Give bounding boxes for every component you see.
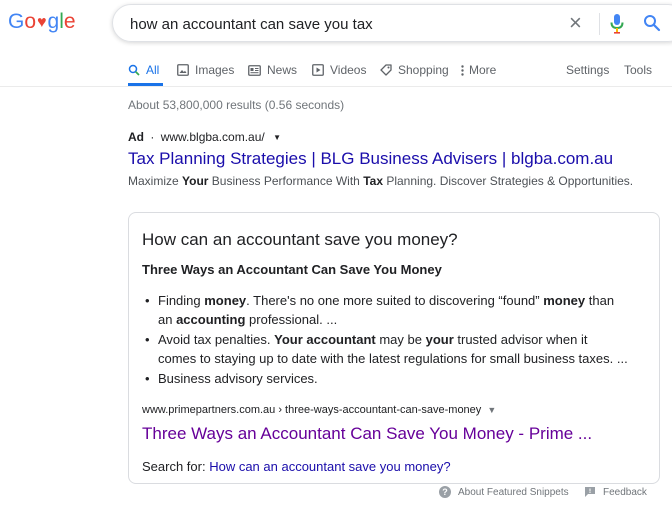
more-vert-icon: [461, 64, 464, 76]
header-divider: [0, 86, 672, 87]
ad-badge: Ad: [128, 130, 144, 144]
logo-letter-g2: g: [47, 10, 60, 33]
bullet-bold: Your accountant: [274, 332, 376, 347]
tab-more[interactable]: More: [461, 63, 496, 77]
help-icon: ?: [439, 486, 451, 498]
ad-desc-text: Planning. Discover Strategies & Opportun…: [383, 174, 634, 188]
tab-images[interactable]: Images: [177, 63, 234, 77]
snippet-source-url: www.primepartners.com.au › three-ways-ac…: [142, 404, 496, 416]
tab-all[interactable]: All: [128, 63, 159, 77]
snippet-heading: Three Ways an Accountant Can Save You Mo…: [142, 262, 442, 277]
news-icon: [248, 64, 261, 76]
bullet-bold: money: [204, 293, 247, 308]
list-item: • Business advisory services.: [145, 369, 638, 388]
ad-display-url: www.blgba.com.au/: [160, 130, 265, 144]
ad-separator: ·: [150, 130, 155, 144]
ad-desc-text: Maximize: [128, 174, 183, 188]
video-icon: [312, 64, 324, 76]
search-input[interactable]: how an accountant can save you tax: [130, 16, 373, 33]
tab-shopping-label: Shopping: [398, 63, 449, 77]
search-icon[interactable]: [643, 14, 661, 37]
tab-all-label: All: [146, 63, 160, 77]
ad-desc-bold: Tax: [363, 174, 383, 188]
snippet-question: How can an accountant save you money?: [142, 230, 458, 249]
bullet-text: Avoid tax penalties.: [158, 332, 275, 347]
tab-videos-label: Videos: [330, 63, 367, 77]
bullet-icon: •: [145, 293, 150, 308]
snippet-result-link[interactable]: Three Ways an Accountant Can Save You Mo…: [142, 424, 592, 444]
ad-url-line: Ad · www.blgba.com.au/ ▼: [128, 130, 281, 144]
tab-videos[interactable]: Videos: [312, 63, 366, 77]
bullet-text: Business advisory services.: [158, 371, 318, 386]
bullet-text: may be: [375, 332, 426, 347]
tab-news[interactable]: News: [248, 63, 297, 77]
bullet-text: trusted advisor when it: [453, 332, 588, 347]
bullet-bold: your: [425, 332, 454, 347]
search-box[interactable]: how an accountant can save you tax ×: [112, 4, 672, 42]
bullet-bold: money: [543, 293, 586, 308]
search-divider: [599, 13, 600, 35]
bullet-text: . There's no one more suited to discover…: [246, 293, 544, 308]
tab-images-label: Images: [195, 63, 235, 77]
caret-down-icon[interactable]: ▼: [487, 405, 496, 415]
image-icon: [177, 64, 189, 76]
result-stats: About 53,800,000 results (0.56 seconds): [128, 98, 345, 112]
feedback-icon: [584, 486, 596, 498]
feedback-label: Feedback: [603, 486, 647, 498]
source-url-text: www.primepartners.com.au › three-ways-ac…: [142, 404, 482, 416]
heart-doodle-icon: ♥: [37, 14, 47, 31]
logo-letter-o: o: [24, 10, 37, 33]
bullet-text: comes to staying up to date with the lat…: [158, 351, 628, 366]
ad-title-link[interactable]: Tax Planning Strategies | BLG Business A…: [128, 149, 613, 169]
caret-down-icon[interactable]: ▼: [273, 133, 281, 142]
tab-shopping[interactable]: Shopping: [380, 63, 449, 77]
clear-icon[interactable]: ×: [569, 11, 582, 35]
logo-letter-e: e: [63, 10, 76, 33]
about-featured-snippets-link[interactable]: ? About Featured Snippets: [439, 486, 569, 498]
list-item: • Avoid tax penalties. Your accountant m…: [145, 330, 648, 368]
ad-desc-text: Business Performance With: [208, 174, 364, 188]
svg-text:?: ?: [442, 487, 448, 497]
bullet-text: professional. ...: [245, 312, 338, 327]
list-item: • Finding money. There's no one more sui…: [145, 291, 638, 329]
search-for-link[interactable]: How can an accountant save you money?: [209, 459, 450, 474]
tab-more-label: More: [469, 63, 497, 77]
feedback-link[interactable]: Feedback: [584, 486, 647, 498]
about-featured-snippets-label: About Featured Snippets: [458, 486, 569, 498]
bullet-text: Finding: [158, 293, 205, 308]
search-for-line: Search for: How can an accountant save y…: [142, 459, 451, 474]
ad-desc-bold: Your: [182, 174, 209, 188]
bullet-icon: •: [145, 332, 150, 347]
logo-letter-g: G: [8, 10, 25, 33]
bullet-bold: accounting: [176, 312, 246, 327]
tab-news-label: News: [267, 63, 298, 77]
tag-icon: [380, 64, 392, 76]
tools-link[interactable]: Tools: [624, 63, 652, 77]
search-icon: [128, 64, 140, 76]
microphone-icon[interactable]: [610, 13, 624, 40]
ad-description: Maximize Your Business Performance With …: [128, 174, 633, 188]
search-for-label: Search for:: [142, 459, 210, 474]
settings-link[interactable]: Settings: [566, 63, 609, 77]
google-logo[interactable]: Go♥gle: [8, 10, 76, 34]
bullet-text: than: [585, 293, 615, 308]
bullet-text: an: [158, 312, 177, 327]
bullet-icon: •: [145, 371, 150, 386]
